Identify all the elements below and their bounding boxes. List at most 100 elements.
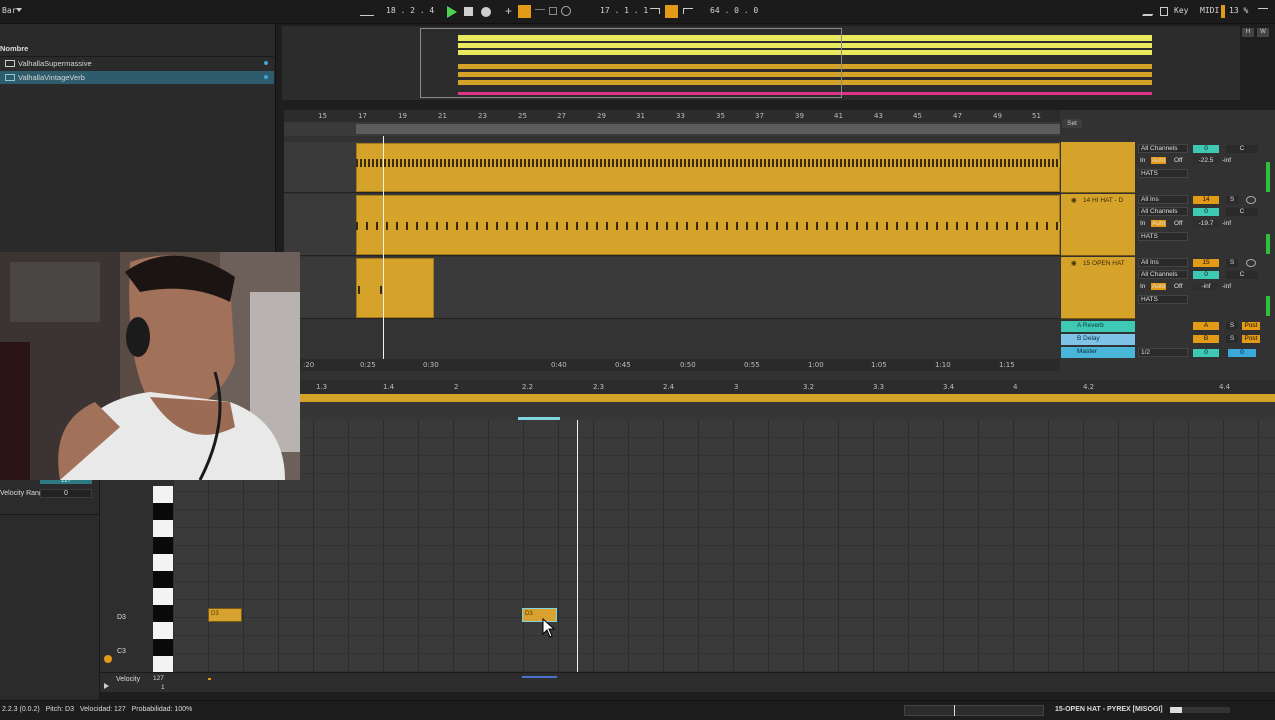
editor-loop-bar[interactable]	[300, 394, 1275, 402]
monitor-in[interactable]: In	[1140, 157, 1145, 164]
capture-icon[interactable]	[549, 7, 557, 15]
input-channel-select[interactable]: All Channels	[1138, 144, 1188, 153]
cue-volume[interactable]: 0	[1228, 349, 1256, 357]
monitor-off[interactable]: Off	[1174, 157, 1183, 164]
browser-column-header[interactable]: Nombre	[0, 44, 28, 53]
loop-start[interactable]: 17 . 1 . 1	[600, 6, 648, 15]
overview-view-box[interactable]	[420, 28, 842, 98]
fold-icon[interactable]: ◉	[1071, 259, 1077, 267]
expand-icon[interactable]	[104, 683, 109, 689]
h-toggle[interactable]: H	[1242, 28, 1254, 37]
follow-icon[interactable]	[360, 7, 374, 16]
volume-field[interactable]: 0	[1193, 271, 1219, 279]
monitor-auto[interactable]: Auto	[1151, 283, 1167, 290]
draw-mode-icon[interactable]	[1142, 6, 1158, 16]
keyboard-icon[interactable]	[1160, 7, 1168, 16]
browser-item[interactable]: ValhallaSupermassive	[0, 57, 274, 70]
return-track-reverb[interactable]: A Reverb	[1061, 321, 1135, 332]
fold-icon[interactable]	[104, 655, 112, 663]
master-track[interactable]: Master	[1061, 347, 1135, 358]
solo-button[interactable]: S	[1226, 335, 1238, 343]
volume-field[interactable]: 0	[1193, 208, 1219, 216]
velocity-marker-selected[interactable]	[522, 676, 557, 678]
return-track-delay[interactable]: B Delay	[1061, 334, 1135, 345]
scroll-handle[interactable]	[954, 705, 955, 716]
output-select[interactable]: HATS	[1138, 232, 1188, 241]
note-grid[interactable]	[174, 420, 1275, 672]
song-position[interactable]: 18 . 2 . 4	[386, 6, 434, 15]
set-button[interactable]: Set	[1062, 119, 1082, 128]
stop-icon[interactable]	[464, 7, 473, 16]
arrangement-overview[interactable]	[282, 26, 1240, 100]
midi-clip[interactable]	[356, 258, 434, 318]
key-map-button[interactable]: Key	[1174, 6, 1188, 15]
post-button[interactable]: Post	[1242, 335, 1260, 343]
track-number[interactable]: 14	[1193, 196, 1219, 204]
midi-clip[interactable]	[356, 143, 1060, 192]
automation-arm-icon[interactable]	[518, 5, 531, 18]
ruler-tick: 27	[557, 112, 566, 120]
monitor-in[interactable]: In	[1140, 283, 1145, 290]
midi-note[interactable]: D3	[208, 608, 242, 622]
send-a-field[interactable]: A	[1193, 322, 1219, 330]
midi-map-button[interactable]: MIDI	[1200, 6, 1219, 15]
loop-length[interactable]: 64 . 0 . 0	[710, 6, 758, 15]
editor-ruler[interactable]	[300, 380, 1275, 394]
volume-field[interactable]: 0	[1193, 145, 1219, 153]
pan-field[interactable]: C	[1226, 145, 1258, 153]
loop-brace[interactable]	[356, 124, 1060, 134]
velocity-lane[interactable]	[100, 672, 1275, 692]
velocity-range-field[interactable]: 0	[40, 489, 92, 498]
output-select[interactable]: HATS	[1138, 169, 1188, 178]
monitor-off[interactable]: Off	[1174, 220, 1183, 227]
webcam-image	[0, 252, 300, 480]
track-header[interactable]: ◉ 14 HI HAT - D	[1061, 194, 1135, 256]
pan-field[interactable]: C	[1226, 208, 1258, 216]
browser-item-selected[interactable]: ValhallaVintageVerb	[0, 71, 274, 84]
divider	[0, 514, 100, 515]
add-icon[interactable]: +	[505, 4, 517, 18]
post-button[interactable]: Post	[1242, 322, 1260, 330]
fold-icon[interactable]: ◉	[1071, 196, 1077, 204]
return-name: Master	[1077, 348, 1097, 355]
play-icon[interactable]	[447, 6, 457, 18]
send-b-field[interactable]: B	[1193, 335, 1219, 343]
clip-notes	[356, 159, 1060, 167]
master-volume[interactable]: 0	[1193, 349, 1219, 357]
master-output-select[interactable]: 1/2	[1138, 348, 1188, 357]
arm-icon[interactable]	[1246, 196, 1256, 204]
monitor-off[interactable]: Off	[1174, 283, 1183, 290]
ruler-tick: 35	[716, 112, 725, 120]
solo-button[interactable]: S	[1226, 259, 1238, 267]
track-header[interactable]	[1061, 142, 1135, 193]
chevron-down-icon[interactable]	[16, 8, 22, 12]
output-select[interactable]: HATS	[1138, 295, 1188, 304]
w-toggle[interactable]: W	[1257, 28, 1269, 37]
bar-menu[interactable]: Bar	[2, 6, 16, 15]
velocity-marker[interactable]	[208, 678, 211, 680]
session-record-icon[interactable]	[561, 6, 571, 16]
scroll-overview[interactable]	[904, 705, 1044, 716]
pan-field[interactable]: C	[1226, 271, 1258, 279]
back-to-arrangement-icon[interactable]	[535, 9, 545, 10]
monitor-auto[interactable]: Auto	[1151, 157, 1167, 164]
input-channel-select[interactable]: All Channels	[1138, 207, 1188, 216]
solo-button[interactable]: S	[1226, 322, 1238, 330]
monitor-in[interactable]: In	[1140, 220, 1145, 227]
arm-icon[interactable]	[1246, 259, 1256, 267]
monitor-auto[interactable]: Auto	[1151, 220, 1167, 227]
input-channel-select[interactable]: All Channels	[1138, 270, 1188, 279]
track-name[interactable]: 14 HI HAT - D	[1083, 197, 1123, 204]
loop-switch-icon[interactable]	[665, 5, 678, 18]
input-type-select[interactable]: All Ins	[1138, 195, 1188, 204]
input-type-select[interactable]: All Ins	[1138, 258, 1188, 267]
solo-button[interactable]: S	[1226, 196, 1238, 204]
piano-keyboard[interactable]	[153, 486, 173, 672]
cpu-load: 13 %	[1229, 6, 1249, 15]
track-number[interactable]: 15	[1193, 259, 1219, 267]
punch-out-icon[interactable]	[683, 8, 693, 14]
track-header[interactable]: ◉ 15 OPEN HAT	[1061, 257, 1135, 319]
punch-in-icon[interactable]	[650, 8, 660, 14]
track-name[interactable]: 15 OPEN HAT	[1083, 260, 1125, 267]
record-icon[interactable]	[481, 7, 491, 17]
